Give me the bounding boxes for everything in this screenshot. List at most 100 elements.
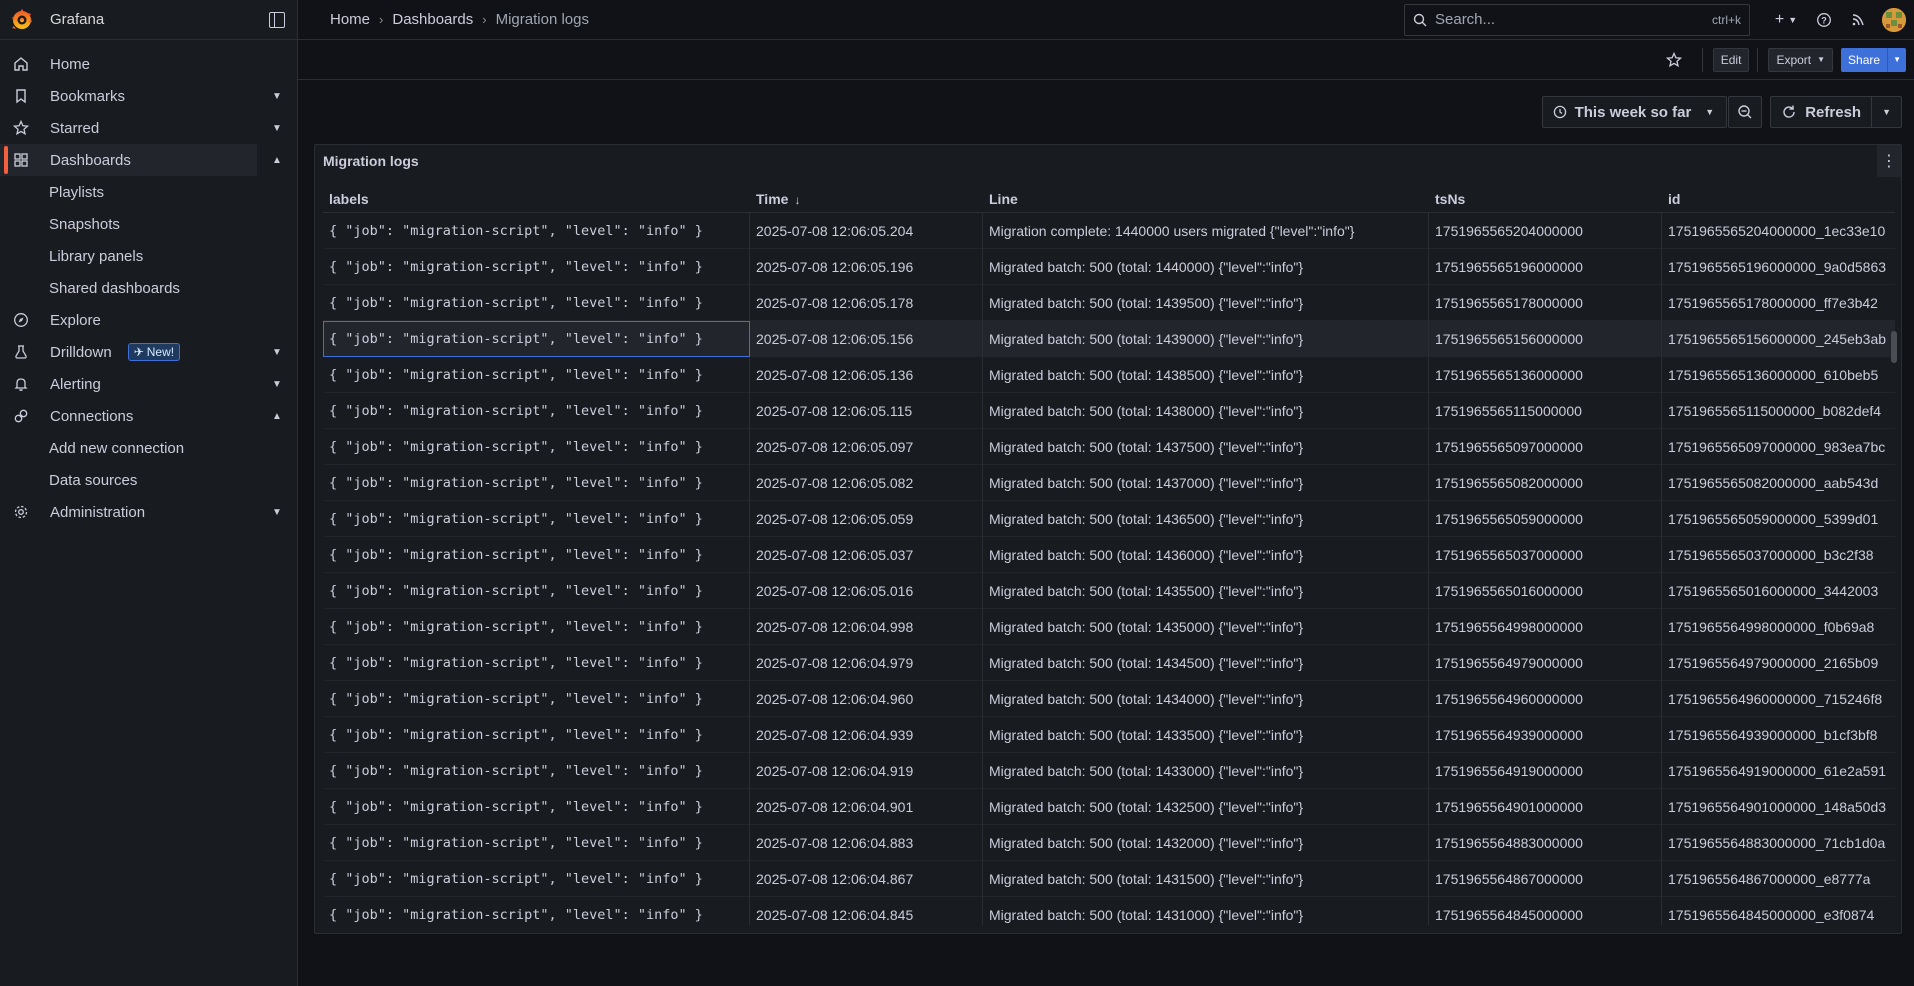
column-header-time[interactable]: Time ↓ (750, 191, 983, 207)
edit-button[interactable]: Edit (1712, 47, 1750, 72)
cell-time[interactable]: 2025-07-08 12:06:04.901 (750, 788, 983, 825)
column-header-id[interactable]: id (1662, 191, 1895, 207)
cell-labels[interactable]: { "job": "migration-script", "level": "i… (323, 428, 750, 465)
cell-tsns[interactable]: 1751965565097000000 (1429, 428, 1662, 465)
chevron-down-icon[interactable]: ▼ (269, 347, 285, 358)
column-header-line[interactable]: Line (983, 191, 1429, 207)
cell-time[interactable]: 2025-07-08 12:06:04.845 (750, 896, 983, 925)
chevron-up-icon[interactable]: ▲ (269, 155, 285, 166)
cell-line[interactable]: Migrated batch: 500 (total: 1440000) {"l… (983, 248, 1429, 285)
cell-time[interactable]: 2025-07-08 12:06:04.883 (750, 824, 983, 861)
cell-labels[interactable]: { "job": "migration-script", "level": "i… (323, 572, 750, 609)
cell-time[interactable]: 2025-07-08 12:06:05.196 (750, 248, 983, 285)
cell-labels[interactable]: { "job": "migration-script", "level": "i… (323, 644, 750, 681)
cell-line[interactable]: Migrated batch: 500 (total: 1439000) {"l… (983, 320, 1429, 357)
cell-id[interactable]: 1751965564919000000_61e2a591 (1662, 753, 1895, 789)
cell-line[interactable]: Migrated batch: 500 (total: 1435000) {"l… (983, 608, 1429, 645)
table-row[interactable]: { "job": "migration-script", "level": "i… (323, 860, 1895, 897)
cell-time[interactable]: 2025-07-08 12:06:05.115 (750, 392, 983, 429)
cell-line[interactable]: Migration complete: 1440000 users migrat… (983, 212, 1429, 249)
cell-time[interactable]: 2025-07-08 12:06:04.939 (750, 716, 983, 753)
cell-tsns[interactable]: 1751965565196000000 (1429, 248, 1662, 285)
nav-sub-snapshots[interactable]: Snapshots (0, 208, 297, 240)
nav-item-connections[interactable]: Connections ▲ (0, 400, 297, 432)
cell-line[interactable]: Migrated batch: 500 (total: 1431500) {"l… (983, 860, 1429, 897)
table-row[interactable]: { "job": "migration-script", "level": "i… (323, 212, 1895, 249)
table-row[interactable]: { "job": "migration-script", "level": "i… (323, 392, 1895, 429)
cell-labels[interactable]: { "job": "migration-script", "level": "i… (323, 824, 750, 861)
cell-labels[interactable]: { "job": "migration-script", "level": "i… (323, 860, 750, 897)
column-header-labels[interactable]: labels (323, 191, 750, 207)
cell-line[interactable]: Migrated batch: 500 (total: 1437000) {"l… (983, 464, 1429, 501)
time-range-picker[interactable]: This week so far ▼ (1541, 96, 1728, 128)
help-icon[interactable]: ? (1810, 6, 1838, 34)
chevron-down-icon[interactable]: ▼ (269, 379, 285, 390)
nav-sub-add-new-connection[interactable]: Add new connection (0, 432, 297, 464)
panel-menu-icon[interactable]: ⋮ (1877, 145, 1901, 177)
cell-time[interactable]: 2025-07-08 12:06:05.082 (750, 464, 983, 501)
cell-time[interactable]: 2025-07-08 12:06:05.016 (750, 572, 983, 609)
nav-item-dashboards[interactable]: Dashboards ▲ (0, 144, 282, 176)
grafana-logo-icon[interactable] (10, 8, 34, 32)
refresh-interval-dropdown[interactable]: ▼ (1872, 96, 1902, 128)
cell-labels[interactable]: { "job": "migration-script", "level": "i… (323, 248, 750, 285)
table-row[interactable]: { "job": "migration-script", "level": "i… (323, 356, 1895, 393)
cell-tsns[interactable]: 1751965565136000000 (1429, 356, 1662, 393)
cell-labels[interactable]: { "job": "migration-script", "level": "i… (323, 212, 750, 249)
table-row[interactable]: { "job": "migration-script", "level": "i… (323, 752, 1895, 789)
cell-tsns[interactable]: 1751965565156000000 (1429, 320, 1662, 357)
cell-time[interactable]: 2025-07-08 12:06:05.097 (750, 428, 983, 465)
cell-labels[interactable]: { "job": "migration-script", "level": "i… (323, 464, 750, 501)
cell-labels[interactable]: { "job": "migration-script", "level": "i… (323, 752, 750, 789)
cell-time[interactable]: 2025-07-08 12:06:04.979 (750, 644, 983, 681)
cell-time[interactable]: 2025-07-08 12:06:04.960 (750, 680, 983, 717)
cell-labels[interactable]: { "job": "migration-script", "level": "i… (323, 608, 750, 645)
cell-tsns[interactable]: 1751965565082000000 (1429, 464, 1662, 501)
news-icon[interactable] (1844, 6, 1872, 34)
cell-tsns[interactable]: 1751965564901000000 (1429, 788, 1662, 825)
cell-id[interactable]: 1751965564901000000_148a50d3 (1662, 789, 1895, 825)
search-input[interactable]: Search... ctrl+k (1404, 3, 1750, 36)
cell-labels[interactable]: { "job": "migration-script", "level": "i… (323, 788, 750, 825)
cell-id[interactable]: 1751965564845000000_e3f0874 (1662, 897, 1895, 926)
share-button[interactable]: Share (1841, 47, 1888, 72)
cell-time[interactable]: 2025-07-08 12:06:04.998 (750, 608, 983, 645)
table-scrollbar[interactable] (1891, 331, 1897, 363)
cell-labels[interactable]: { "job": "migration-script", "level": "i… (323, 356, 750, 393)
table-row[interactable]: { "job": "migration-script", "level": "i… (323, 788, 1895, 825)
export-button[interactable]: Export ▼ (1768, 47, 1834, 72)
zoom-out-button[interactable] (1728, 96, 1763, 128)
nav-sub-library-panels[interactable]: Library panels (0, 240, 297, 272)
cell-line[interactable]: Migrated batch: 500 (total: 1432000) {"l… (983, 824, 1429, 861)
nav-sub-data-sources[interactable]: Data sources (0, 464, 297, 496)
cell-line[interactable]: Migrated batch: 500 (total: 1433500) {"l… (983, 716, 1429, 753)
cell-tsns[interactable]: 1751965564979000000 (1429, 644, 1662, 681)
cell-tsns[interactable]: 1751965564867000000 (1429, 860, 1662, 897)
cell-id[interactable]: 1751965565156000000_245eb3ab (1662, 321, 1895, 357)
cell-labels[interactable]: { "job": "migration-script", "level": "i… (323, 680, 750, 717)
nav-item-bookmarks[interactable]: Bookmarks ▼ (0, 80, 297, 112)
cell-line[interactable]: Migrated batch: 500 (total: 1433000) {"l… (983, 752, 1429, 789)
table-row[interactable]: { "job": "migration-script", "level": "i… (323, 248, 1895, 285)
cell-time[interactable]: 2025-07-08 12:06:05.037 (750, 536, 983, 573)
cell-id[interactable]: 1751965565097000000_983ea7bc (1662, 429, 1895, 465)
dock-menu-icon[interactable] (269, 11, 285, 28)
chevron-down-icon[interactable]: ▼ (269, 123, 285, 134)
table-row[interactable]: { "job": "migration-script", "level": "i… (323, 716, 1895, 753)
cell-time[interactable]: 2025-07-08 12:06:05.178 (750, 284, 983, 321)
cell-tsns[interactable]: 1751965564845000000 (1429, 896, 1662, 925)
cell-id[interactable]: 1751965565037000000_b3c2f38 (1662, 537, 1895, 573)
cell-labels[interactable]: { "job": "migration-script", "level": "i… (323, 536, 750, 573)
cell-labels[interactable]: { "job": "migration-script", "level": "i… (323, 320, 750, 357)
cell-tsns[interactable]: 1751965565016000000 (1429, 572, 1662, 609)
cell-id[interactable]: 1751965564867000000_e8777a (1662, 861, 1895, 897)
table-row[interactable]: { "job": "migration-script", "level": "i… (323, 284, 1895, 321)
cell-id[interactable]: 1751965564960000000_715246f8 (1662, 681, 1895, 717)
cell-tsns[interactable]: 1751965565204000000 (1429, 212, 1662, 249)
cell-tsns[interactable]: 1751965565115000000 (1429, 392, 1662, 429)
cell-line[interactable]: Migrated batch: 500 (total: 1436000) {"l… (983, 536, 1429, 573)
cell-time[interactable]: 2025-07-08 12:06:05.059 (750, 500, 983, 537)
column-header-tsns[interactable]: tsNs (1429, 191, 1662, 207)
chevron-down-icon[interactable]: ▼ (269, 507, 285, 518)
cell-id[interactable]: 1751965564883000000_71cb1d0a (1662, 825, 1895, 861)
